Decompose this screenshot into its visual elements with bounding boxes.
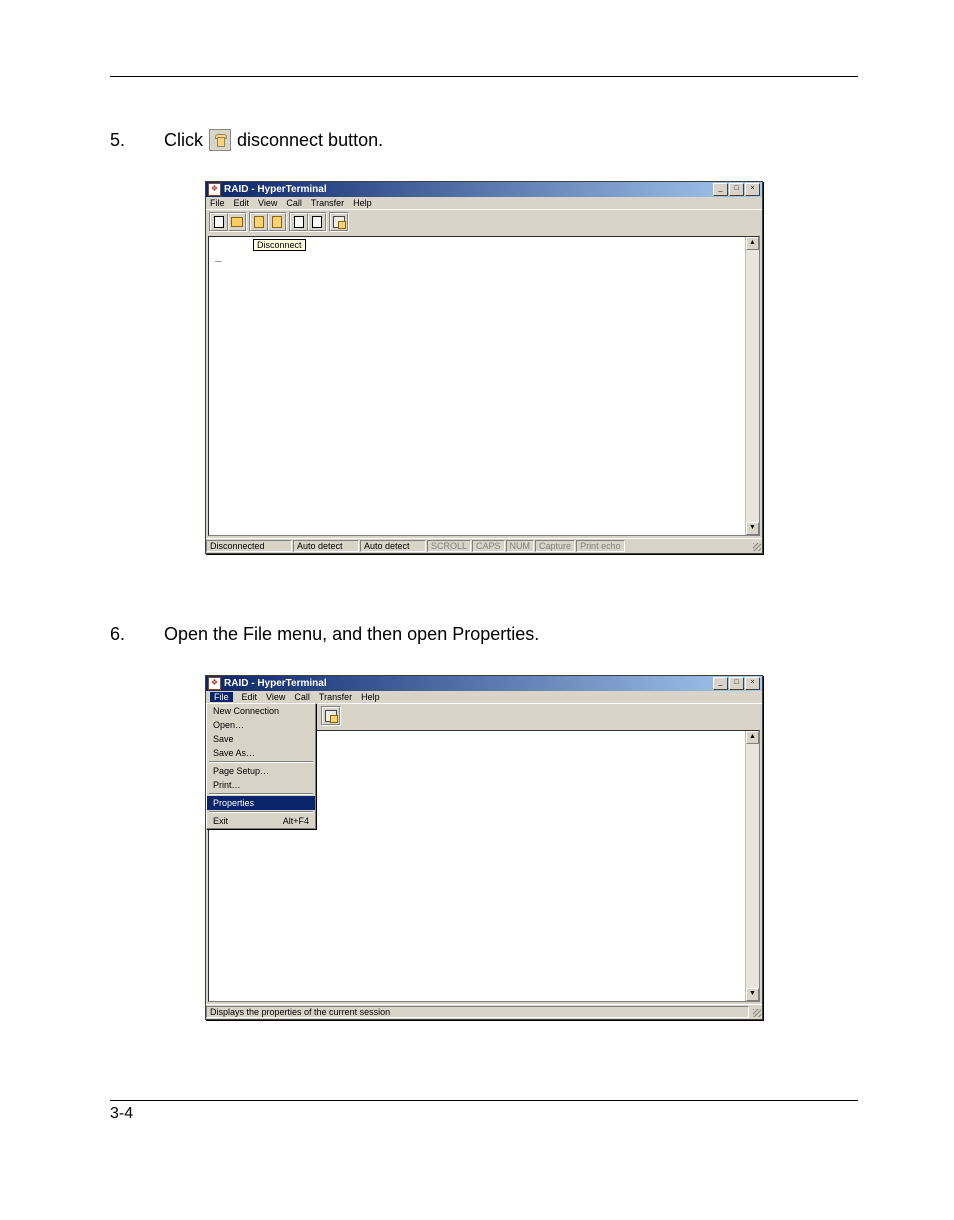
window-title: RAID - HyperTerminal — [224, 184, 713, 195]
minimize-button[interactable]: _ — [713, 183, 728, 196]
titlebar[interactable]: ❖ RAID - HyperTerminal _ □ × — [206, 676, 762, 691]
step-5: 5. Click disconnect button. — [110, 129, 858, 151]
scroll-up-icon[interactable]: ▲ — [746, 237, 759, 250]
status-capture: Capture — [535, 540, 575, 552]
maximize-button[interactable]: □ — [729, 677, 744, 690]
maximize-button[interactable]: □ — [729, 183, 744, 196]
menu-edit[interactable]: Edit — [234, 198, 250, 208]
menu-transfer[interactable]: Transfer — [319, 692, 352, 702]
file-menu-dropdown[interactable]: New Connection Open… Save Save As… Page … — [206, 703, 316, 829]
menu-file[interactable]: File — [210, 692, 233, 702]
status-message: Displays the properties of the current s… — [206, 1006, 749, 1018]
menu-exit[interactable]: Exit Alt+F4 — [207, 814, 315, 828]
step-text-post: disconnect button. — [237, 130, 383, 151]
titlebar[interactable]: ❖ RAID - HyperTerminal _ □ × — [206, 182, 762, 197]
menubar[interactable]: File Edit View Call Transfer Help — [206, 691, 762, 703]
statusbar: Disconnected Auto detect Auto detect SCR… — [206, 538, 762, 553]
status-echo: Print echo — [576, 540, 625, 552]
disconnect-icon — [209, 129, 231, 151]
menu-properties[interactable]: Properties — [207, 796, 315, 810]
app-icon: ❖ — [208, 183, 221, 196]
menu-help[interactable]: Help — [353, 198, 372, 208]
status-detect1: Auto detect — [293, 540, 359, 552]
terminal-area[interactable]: Disconnect _ ▲ ▼ — [208, 236, 760, 536]
menu-page-setup[interactable]: Page Setup… — [207, 764, 315, 778]
menu-save-as[interactable]: Save As… — [207, 746, 315, 760]
scroll-up-icon[interactable]: ▲ — [746, 731, 759, 744]
menu-help[interactable]: Help — [361, 692, 380, 702]
menu-new-connection[interactable]: New Connection — [207, 704, 315, 718]
hyperterminal-window-2: ❖ RAID - HyperTerminal _ □ × File Edit V… — [205, 675, 763, 1020]
page-footer: 3-4 — [110, 1100, 858, 1123]
disconnect-tooltip: Disconnect — [253, 239, 306, 251]
status-caps: CAPS — [472, 540, 505, 552]
menu-file[interactable]: File — [210, 198, 225, 208]
scroll-down-icon[interactable]: ▼ — [746, 522, 759, 535]
hyperterminal-window-1: ❖ RAID - HyperTerminal _ □ × File Edit V… — [205, 181, 763, 554]
close-button[interactable]: × — [745, 183, 760, 196]
minimize-button[interactable]: _ — [713, 677, 728, 690]
menu-view[interactable]: View — [258, 198, 277, 208]
menu-save[interactable]: Save — [207, 732, 315, 746]
close-button[interactable]: × — [745, 677, 760, 690]
step-number: 6. — [110, 624, 164, 645]
menu-open[interactable]: Open… — [207, 718, 315, 732]
resize-grip-icon[interactable] — [750, 1006, 762, 1018]
receive-button[interactable] — [308, 213, 326, 231]
terminal-cursor: _ — [215, 249, 222, 262]
statusbar: Displays the properties of the current s… — [206, 1004, 762, 1019]
vertical-scrollbar[interactable]: ▲ ▼ — [745, 731, 759, 1001]
toolbar — [318, 703, 762, 728]
step-number: 5. — [110, 130, 164, 151]
status-detect2: Auto detect — [360, 540, 426, 552]
properties-button[interactable] — [322, 707, 340, 725]
menu-view[interactable]: View — [266, 692, 285, 702]
menu-call[interactable]: Call — [286, 198, 302, 208]
step-text: Open the File menu, and then open Proper… — [164, 624, 539, 645]
menu-print[interactable]: Print… — [207, 778, 315, 792]
resize-grip-icon[interactable] — [750, 540, 762, 552]
vertical-scrollbar[interactable]: ▲ ▼ — [745, 237, 759, 535]
open-button[interactable] — [228, 213, 246, 231]
new-button[interactable] — [210, 213, 228, 231]
menu-edit[interactable]: Edit — [242, 692, 258, 702]
step-6: 6. Open the File menu, and then open Pro… — [110, 624, 858, 645]
toolbar — [206, 209, 762, 234]
window-title: RAID - HyperTerminal — [224, 678, 713, 689]
status-connection: Disconnected — [206, 540, 292, 552]
status-num: NUM — [506, 540, 535, 552]
menu-transfer[interactable]: Transfer — [311, 198, 344, 208]
scroll-down-icon[interactable]: ▼ — [746, 988, 759, 1001]
properties-button[interactable] — [330, 213, 348, 231]
disconnect-button[interactable] — [268, 213, 286, 231]
app-icon: ❖ — [208, 677, 221, 690]
status-scroll: SCROLL — [427, 540, 471, 552]
step-text-pre: Click — [164, 130, 203, 151]
send-button[interactable] — [290, 213, 308, 231]
menubar[interactable]: File Edit View Call Transfer Help — [206, 197, 762, 209]
menu-call[interactable]: Call — [294, 692, 310, 702]
connect-button[interactable] — [250, 213, 268, 231]
